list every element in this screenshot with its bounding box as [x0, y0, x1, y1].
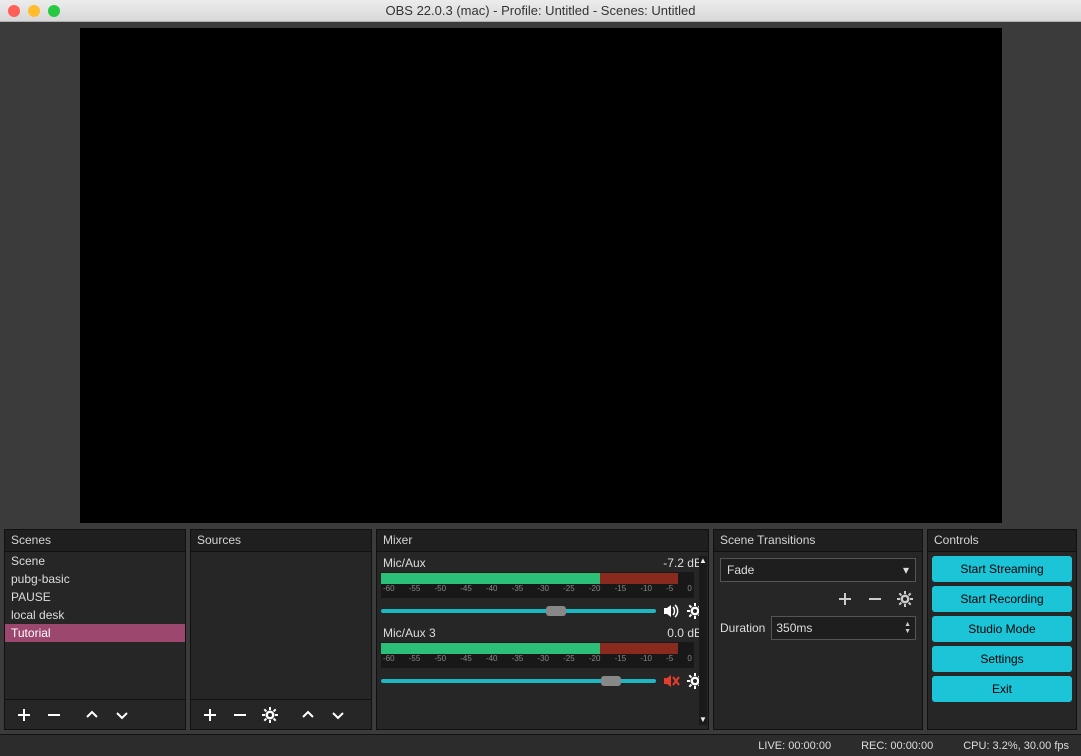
status-live: LIVE: 00:00:00 — [758, 740, 831, 752]
scene-item[interactable]: Tutorial — [5, 624, 185, 642]
exit-button[interactable]: Exit — [932, 676, 1072, 702]
add-scene-button[interactable] — [9, 701, 39, 729]
scene-list: Scene pubg-basic PAUSE local desk Tutori… — [5, 552, 185, 642]
move-scene-down-button[interactable] — [107, 701, 137, 729]
mixer-header: Mixer — [377, 530, 708, 552]
window-title: OBS 22.0.3 (mac) - Profile: Untitled - S… — [8, 3, 1073, 18]
mixer-scrollbar[interactable]: ▲▼ — [699, 556, 707, 725]
volume-slider[interactable] — [381, 609, 656, 613]
move-scene-up-button[interactable] — [77, 701, 107, 729]
mixer-track-db: 0.0 dB — [667, 626, 702, 640]
sources-panel: Sources — [190, 529, 372, 730]
remove-transition-button[interactable] — [866, 590, 884, 608]
spinner-down-icon[interactable]: ▼ — [904, 628, 911, 635]
transition-select[interactable]: Fade ▾ — [720, 558, 916, 582]
duration-value: 350ms — [776, 621, 812, 635]
controls-panel: Controls Start Streaming Start Recording… — [927, 529, 1077, 730]
source-properties-button[interactable] — [255, 701, 285, 729]
scene-item[interactable]: local desk — [5, 606, 185, 624]
settings-button[interactable]: Settings — [932, 646, 1072, 672]
preview-area — [0, 22, 1081, 529]
scene-item[interactable]: Scene — [5, 552, 185, 570]
add-transition-button[interactable] — [836, 590, 854, 608]
add-source-button[interactable] — [195, 701, 225, 729]
volume-slider[interactable] — [381, 679, 656, 683]
mixer-level-meter: -60-55-50-45-40-35-30-25-20-15-10-50 — [381, 572, 694, 598]
mixer-track-db: -7.2 dB — [663, 556, 702, 570]
spinner-up-icon[interactable]: ▲ — [904, 621, 911, 628]
titlebar: OBS 22.0.3 (mac) - Profile: Untitled - S… — [0, 0, 1081, 22]
remove-scene-button[interactable] — [39, 701, 69, 729]
duration-label: Duration — [720, 621, 765, 635]
mixer-track-name: Mic/Aux 3 — [383, 626, 436, 640]
statusbar: LIVE: 00:00:00 REC: 00:00:00 CPU: 3.2%, … — [0, 734, 1081, 756]
transitions-header: Scene Transitions — [714, 530, 922, 552]
speaker-icon[interactable] — [662, 602, 680, 620]
scenes-panel: Scenes Scene pubg-basic PAUSE local desk… — [4, 529, 186, 730]
preview-canvas[interactable] — [80, 28, 1002, 523]
start-streaming-button[interactable]: Start Streaming — [932, 556, 1072, 582]
studio-mode-button[interactable]: Studio Mode — [932, 616, 1072, 642]
remove-source-button[interactable] — [225, 701, 255, 729]
sources-header: Sources — [191, 530, 371, 552]
chevron-down-icon: ▾ — [903, 563, 909, 577]
start-recording-button[interactable]: Start Recording — [932, 586, 1072, 612]
move-source-down-button[interactable] — [323, 701, 353, 729]
transitions-panel: Scene Transitions Fade ▾ Duration — [713, 529, 923, 730]
scene-item[interactable]: PAUSE — [5, 588, 185, 606]
transition-properties-button[interactable] — [896, 590, 914, 608]
mixer-level-meter: -60-55-50-45-40-35-30-25-20-15-10-50 — [381, 642, 694, 668]
scenes-header: Scenes — [5, 530, 185, 552]
controls-header: Controls — [928, 530, 1076, 552]
mixer-track-name: Mic/Aux — [383, 556, 426, 570]
duration-spinner[interactable]: 350ms ▲ ▼ — [771, 616, 916, 640]
mixer-panel: Mixer Mic/Aux -7.2 dB — [376, 529, 709, 730]
transition-selected: Fade — [727, 563, 754, 577]
status-rec: REC: 00:00:00 — [861, 740, 933, 752]
mixer-track: Mic/Aux -7.2 dB -60-55-50-45-40-35-30-25… — [381, 556, 704, 622]
speaker-muted-icon[interactable] — [662, 672, 680, 690]
scene-item[interactable]: pubg-basic — [5, 570, 185, 588]
mixer-track: Mic/Aux 3 0.0 dB -60-55-50-45-40-35-30-2… — [381, 626, 704, 692]
move-source-up-button[interactable] — [293, 701, 323, 729]
status-cpu: CPU: 3.2%, 30.00 fps — [963, 740, 1069, 752]
sources-list[interactable] — [191, 552, 371, 699]
